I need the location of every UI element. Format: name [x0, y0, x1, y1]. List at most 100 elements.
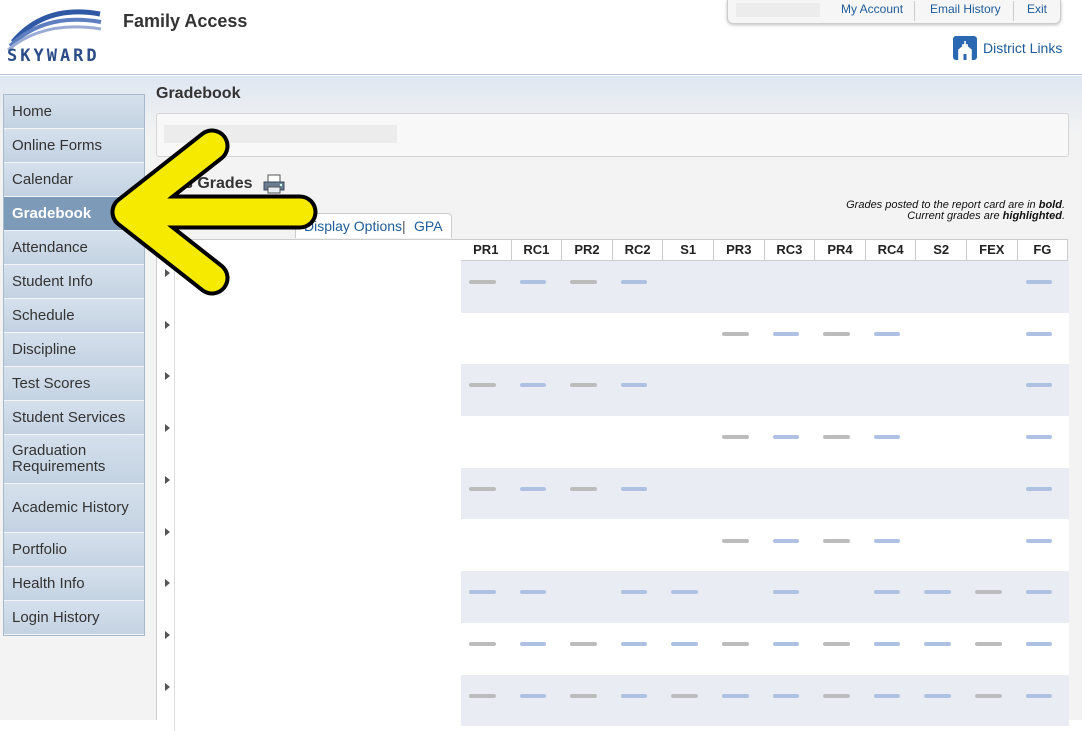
sidebar-item-academic-history[interactable]: Academic History [4, 484, 144, 533]
redacted-grade[interactable] [873, 538, 901, 543]
sidebar-item-health-info[interactable]: Health Info [4, 567, 144, 601]
redacted-grade[interactable] [620, 590, 648, 595]
table-row [461, 364, 1069, 417]
redacted-grade[interactable] [570, 383, 597, 388]
redacted-grade[interactable] [519, 693, 547, 698]
redacted-grade[interactable] [469, 641, 496, 646]
redacted-grade[interactable] [1025, 383, 1053, 388]
sidebar-item-portfolio[interactable]: Portfolio [4, 533, 144, 567]
redacted-grade[interactable] [671, 590, 698, 595]
redacted-grade[interactable] [772, 641, 800, 646]
expand-triangle-icon[interactable] [165, 579, 170, 588]
redacted-grade[interactable] [722, 435, 749, 440]
sidebar-item-test-scores[interactable]: Test Scores [4, 367, 144, 401]
tab-separator: | [402, 218, 406, 234]
redacted-grade[interactable] [519, 590, 547, 595]
redacted-grade[interactable] [823, 435, 850, 440]
redacted-grade[interactable] [722, 538, 749, 543]
redacted-grade[interactable] [570, 280, 597, 284]
redacted-grade[interactable] [772, 538, 800, 543]
column-header-rc1: RC1 [511, 240, 563, 261]
redacted-grade[interactable] [469, 383, 496, 388]
expand-triangle-icon[interactable] [165, 527, 170, 536]
expand-triangle-icon[interactable] [165, 372, 170, 381]
redacted-grade[interactable] [469, 280, 496, 284]
redacted-grade[interactable] [975, 641, 1002, 646]
my-account-link[interactable]: My Account [841, 2, 903, 16]
redacted-grade[interactable] [873, 331, 901, 336]
redacted-grade[interactable] [469, 590, 496, 595]
email-history-link[interactable]: Email History [930, 2, 1001, 16]
sidebar-item-label: Discipline [12, 340, 77, 358]
redacted-grade[interactable] [620, 383, 648, 388]
redacted-grade[interactable] [1025, 693, 1053, 698]
redacted-grade[interactable] [772, 693, 800, 698]
class-row-header[interactable] [157, 313, 461, 365]
table-row [461, 312, 1069, 365]
redacted-grade[interactable] [1025, 280, 1053, 284]
redacted-grade[interactable] [671, 641, 698, 646]
redacted-grade[interactable] [772, 331, 800, 336]
redacted-grade[interactable] [1025, 486, 1053, 491]
column-header-fex: FEX [967, 240, 1018, 261]
expand-triangle-icon[interactable] [165, 475, 170, 484]
class-row-header[interactable] [157, 623, 461, 675]
redacted-grade[interactable] [823, 331, 850, 336]
redacted-grade[interactable] [873, 693, 901, 698]
redacted-grade[interactable] [975, 590, 1002, 595]
redacted-grade[interactable] [1025, 538, 1053, 543]
sidebar-item-student-services[interactable]: Student Services [4, 401, 144, 435]
redacted-grade[interactable] [1025, 435, 1053, 440]
expand-triangle-icon[interactable] [165, 682, 170, 691]
exit-link[interactable]: Exit [1027, 2, 1047, 16]
redacted-grade[interactable] [924, 590, 951, 595]
redacted-grade[interactable] [975, 693, 1002, 698]
redacted-grade[interactable] [823, 641, 850, 646]
class-row-header[interactable] [157, 675, 461, 727]
class-row-header[interactable] [157, 571, 461, 623]
redacted-grade[interactable] [620, 486, 648, 491]
redacted-grade[interactable] [722, 693, 749, 698]
class-row-header[interactable] [157, 416, 461, 468]
redacted-grade[interactable] [823, 693, 850, 698]
redacted-grade[interactable] [873, 641, 901, 646]
redacted-grade[interactable] [570, 486, 597, 491]
redacted-grade[interactable] [519, 486, 547, 491]
district-links-button[interactable]: District Links [953, 36, 1062, 60]
redacted-grade[interactable] [823, 538, 850, 543]
expand-triangle-icon[interactable] [165, 320, 170, 329]
column-header-pr2: PR2 [562, 240, 613, 261]
redacted-grade[interactable] [519, 383, 547, 388]
sidebar-item-graduation-requirements[interactable]: Graduation Requirements [4, 435, 144, 484]
redacted-grade[interactable] [873, 590, 901, 595]
redacted-grade[interactable] [722, 641, 749, 646]
redacted-grade[interactable] [924, 641, 951, 646]
class-row-header[interactable] [157, 520, 461, 572]
redacted-grade[interactable] [772, 435, 800, 440]
redacted-grade[interactable] [1025, 641, 1053, 646]
redacted-grade[interactable] [620, 641, 648, 646]
redacted-grade[interactable] [620, 693, 648, 698]
redacted-grade[interactable] [620, 280, 648, 284]
redacted-grade[interactable] [469, 486, 496, 491]
gpa-link[interactable]: GPA [414, 218, 443, 234]
redacted-grade[interactable] [469, 693, 496, 698]
class-row-header[interactable] [157, 364, 461, 416]
redacted-grade[interactable] [772, 590, 800, 595]
class-row-header[interactable] [157, 468, 461, 520]
sidebar-item-discipline[interactable]: Discipline [4, 333, 144, 367]
expand-triangle-icon[interactable] [165, 424, 170, 433]
redacted-grade[interactable] [570, 641, 597, 646]
redacted-grade[interactable] [924, 693, 951, 698]
redacted-grade[interactable] [873, 435, 901, 440]
sidebar-item-login-history[interactable]: Login History [4, 601, 144, 635]
redacted-grade[interactable] [519, 280, 547, 284]
expand-triangle-icon[interactable] [165, 630, 170, 639]
redacted-grade[interactable] [570, 693, 597, 698]
redacted-grade[interactable] [519, 641, 547, 646]
redacted-grade[interactable] [671, 693, 698, 698]
redacted-grade[interactable] [1025, 331, 1053, 336]
redacted-grade[interactable] [1025, 590, 1053, 595]
redacted-grade[interactable] [722, 331, 749, 336]
sidebar-item-schedule[interactable]: Schedule [4, 299, 144, 333]
